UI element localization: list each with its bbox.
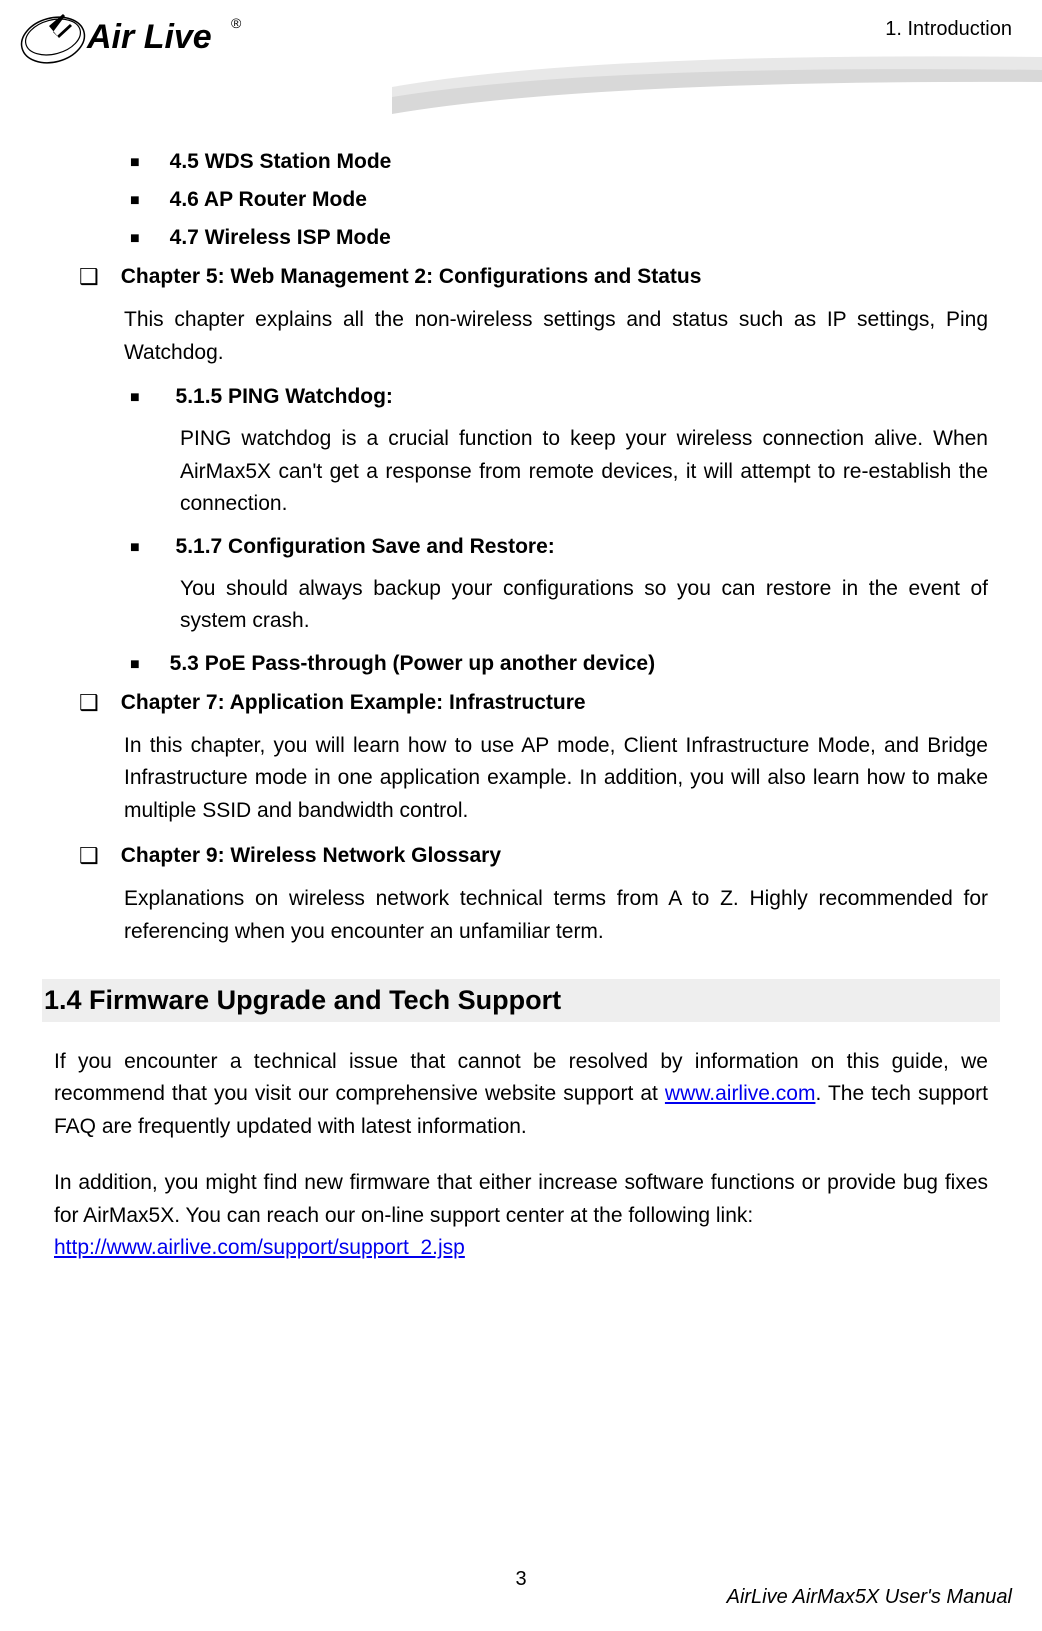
list-item-description: This chapter explains all the non-wirele… [124,304,988,369]
section-breadcrumb: 1. Introduction [885,18,1012,41]
support-link[interactable]: http://www.airlive.com/support/support_2… [54,1236,465,1259]
body-paragraph: If you encounter a technical issue that … [54,1046,988,1144]
svg-text:Air Live: Air Live [86,18,212,56]
list-item-description: PING watchdog is a crucial function to k… [180,423,988,521]
list-item: Chapter 5: Web Management 2: Configurati… [79,264,988,290]
list-item: 4.7 Wireless ISP Mode [130,226,988,250]
list-item: 5.1.5 PING Watchdog: [130,385,988,409]
website-link[interactable]: www.airlive.com [665,1082,816,1105]
list-item-description: You should always backup your configurat… [180,573,988,638]
list-item: 5.1.7 Configuration Save and Restore: [130,535,988,559]
list-item: Chapter 9: Wireless Network Glossary [79,843,988,869]
list-item: 5.3 PoE Pass-through (Power up another d… [130,652,988,676]
header-swoosh-decoration [392,52,1042,122]
list-item: 4.6 AP Router Mode [130,188,988,212]
page-header: Air Live ® 1. Introduction [0,0,1042,120]
section-heading: 1.4 Firmware Upgrade and Tech Support [42,979,1000,1022]
page-content: 4.5 WDS Station Mode 4.6 AP Router Mode … [0,120,1042,1265]
body-paragraph: In addition, you might find new firmware… [54,1167,988,1265]
manual-title: AirLive AirMax5X User's Manual [727,1586,1012,1609]
list-item-description: Explanations on wireless network technic… [124,883,988,948]
list-item: Chapter 7: Application Example: Infrastr… [79,690,988,716]
svg-text:®: ® [231,15,242,31]
list-item-description: In this chapter, you will learn how to u… [124,730,988,828]
airlive-logo-icon: Air Live ® [15,10,245,70]
list-item: 4.5 WDS Station Mode [130,150,988,174]
